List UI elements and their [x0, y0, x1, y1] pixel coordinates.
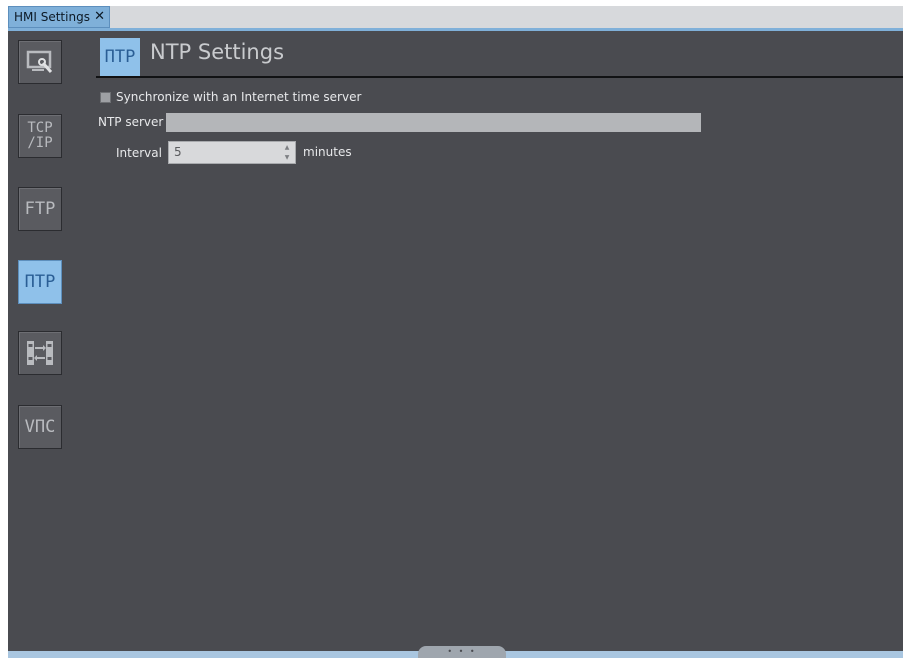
tab-strip: HMI Settings ✕ [8, 6, 903, 28]
minutes-label: minutes [303, 145, 352, 159]
close-icon[interactable]: ✕ [94, 7, 105, 27]
sync-checkbox[interactable] [100, 92, 111, 103]
tab-hmi-settings[interactable]: HMI Settings ✕ [8, 6, 110, 28]
tcpip-icon: TCP /IP [27, 120, 53, 151]
sidebar-item-transfer[interactable] [18, 331, 62, 375]
header-divider [96, 76, 903, 78]
ntp-header-icon: ΠΤΡ [100, 38, 140, 76]
page-title: NTP Settings [150, 40, 285, 64]
interval-value: 5 [174, 145, 182, 159]
ntp-server-label: NTP server [98, 115, 164, 129]
sidebar-item-tcpip[interactable]: TCP /IP [18, 114, 62, 158]
tab-title: HMI Settings [14, 10, 90, 24]
settings-panel: TCP /IP FTP ΠΤΡ VΠC ΠΤΡ NTP Settings Syn… [8, 31, 903, 651]
monitor-settings-icon [26, 50, 53, 73]
sidebar-item-ftp[interactable]: FTP [18, 187, 62, 231]
splitter-handle[interactable]: • • • [418, 646, 506, 658]
chevron-up-icon[interactable]: ▲ [282, 143, 292, 152]
interval-label: Interval [116, 146, 162, 160]
sidebar-item-ntp[interactable]: ΠΤΡ [18, 260, 62, 304]
sidebar-item-vnc[interactable]: VΠC [18, 405, 62, 449]
vnc-icon: VΠC [24, 416, 56, 437]
chevron-down-icon[interactable]: ▼ [282, 153, 292, 162]
sidebar-item-display[interactable] [18, 40, 62, 84]
interval-stepper[interactable]: 5 ▲ ▼ [168, 141, 296, 164]
ftp-icon: FTP [24, 198, 56, 219]
transfer-icon [27, 341, 53, 365]
ntp-icon: ΠΤΡ [24, 271, 56, 292]
sync-checkbox-label: Synchronize with an Internet time server [116, 90, 362, 104]
ntp-server-input[interactable] [166, 113, 701, 132]
